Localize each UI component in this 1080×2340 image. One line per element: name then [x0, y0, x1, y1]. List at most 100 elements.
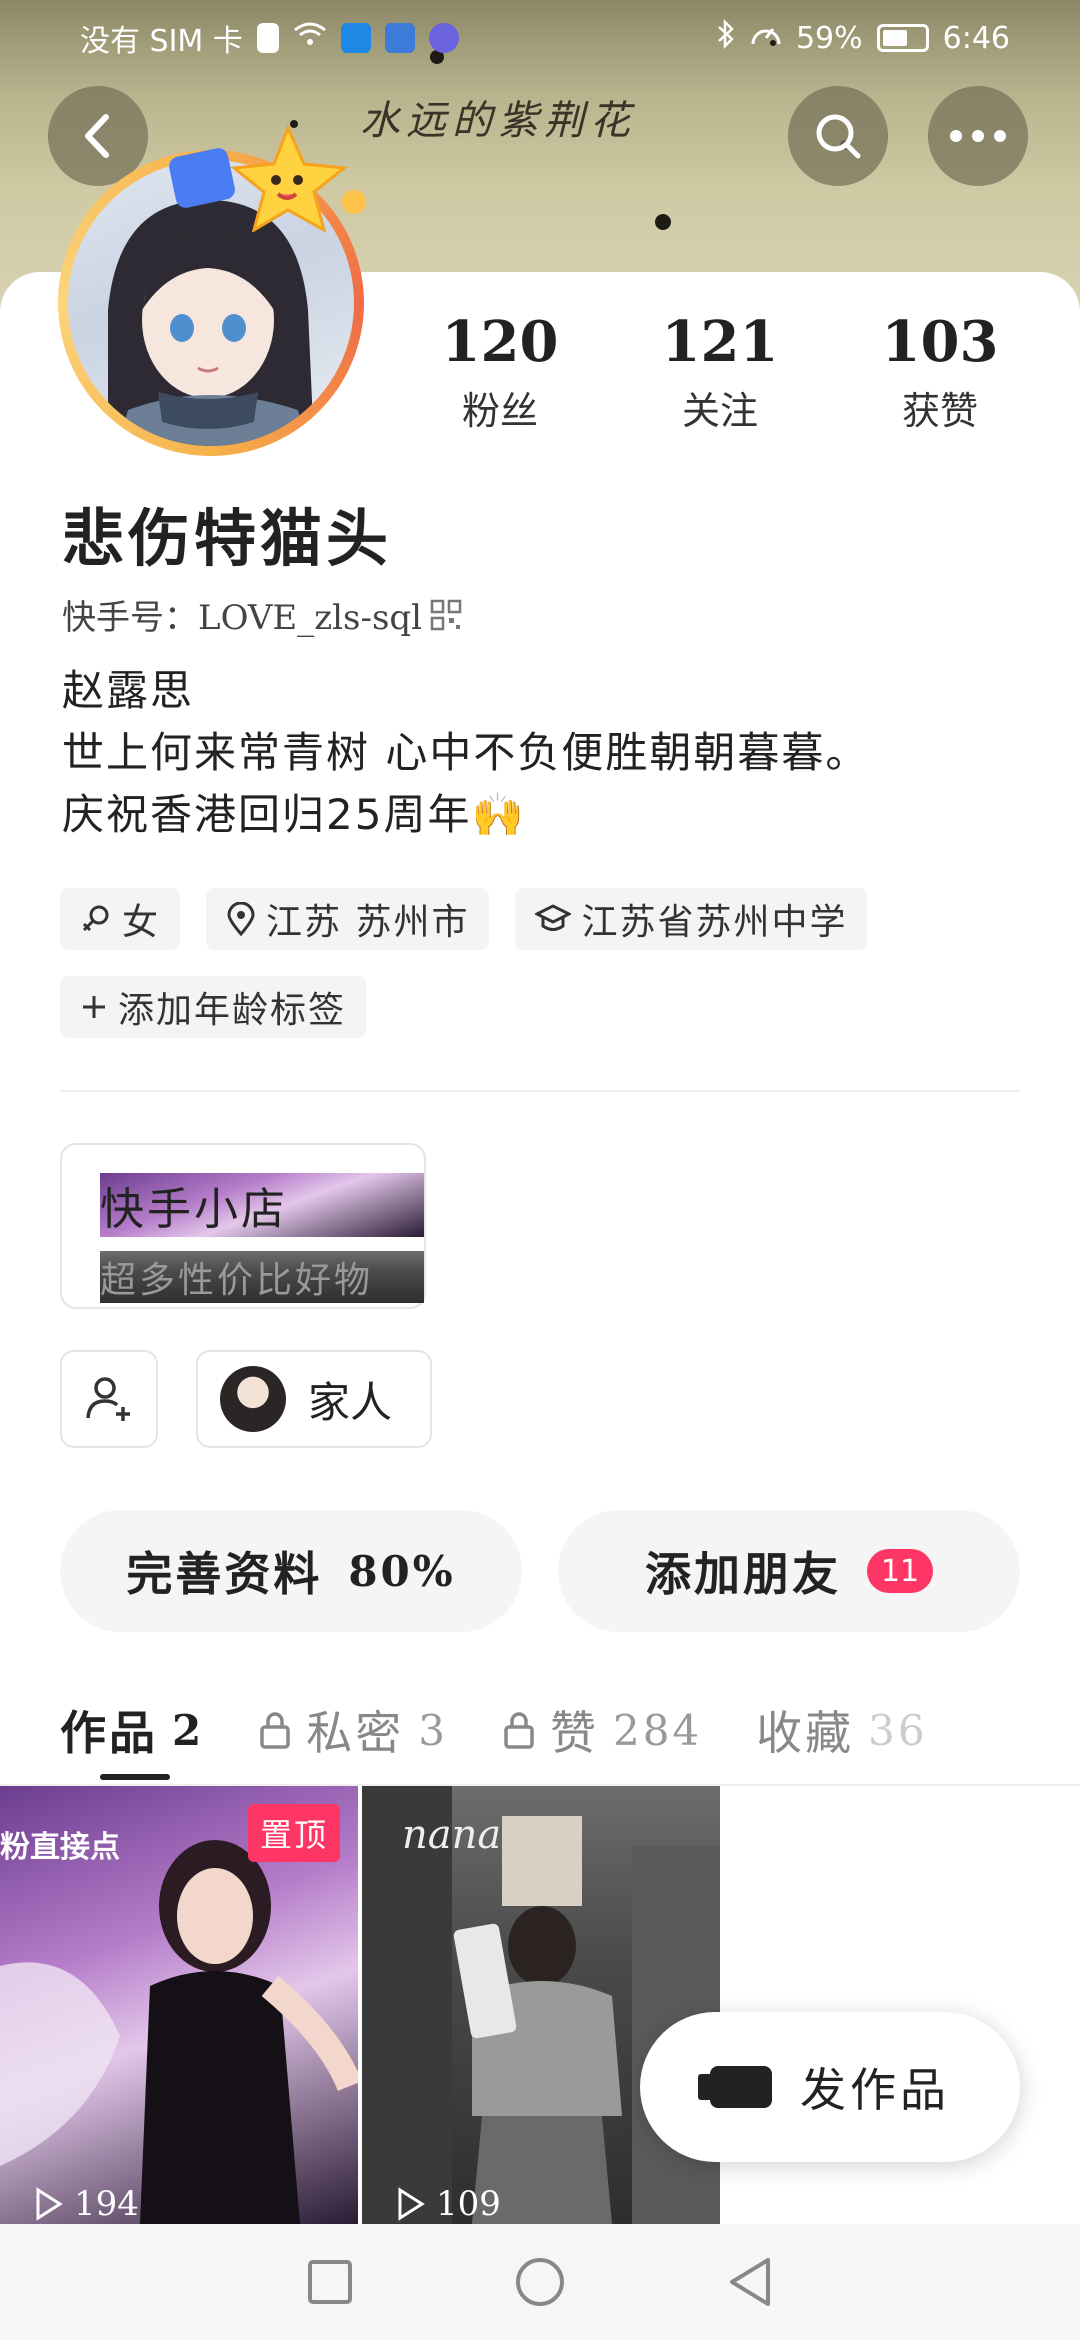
tab-liked[interactable]: 赞 284 [502, 1697, 702, 1763]
plus-icon [83, 996, 105, 1018]
stat-likes-label: 获赞 [901, 388, 978, 433]
status-bar: 没有 SIM 卡 59% 6:46 [0, 0, 1080, 76]
stat-followers-value: 120 [441, 309, 559, 375]
tab-works-count: 2 [172, 1705, 205, 1755]
profile-bio: 赵露思 世上何来常青树 心中不负便胜朝朝暮暮。 庆祝香港回归25周年🙌 [62, 660, 869, 846]
add-friends-button[interactable]: 添加朋友 11 [558, 1510, 1020, 1632]
bio-line: 赵露思 [62, 666, 195, 715]
section-divider [60, 1090, 1020, 1092]
gender-female-icon [82, 905, 109, 932]
recent-apps-icon[interactable] [306, 2258, 354, 2306]
video-play-count: 109 [396, 2184, 501, 2224]
clock-time: 6:46 [942, 20, 1010, 56]
tab-works[interactable]: 作品 2 [60, 1697, 204, 1763]
tab-favorites-count: 36 [868, 1705, 928, 1755]
lock-icon [504, 1712, 534, 1749]
video-thumbnail[interactable]: 粉直接点 置顶 194 [0, 1786, 358, 2224]
battery-percent: 59% [795, 20, 863, 56]
stat-following[interactable]: 121 关注 [640, 309, 800, 435]
weather-icon [384, 23, 415, 53]
more-dots-icon [950, 130, 1006, 142]
tag-location[interactable]: 江苏 苏州市 [206, 888, 490, 950]
kuaishou-shop-card[interactable]: 快手小店 超多性价比好物 [60, 1143, 426, 1309]
tab-works-label: 作品 [60, 1706, 158, 1760]
family-button[interactable]: 家人 [196, 1350, 432, 1448]
tag-location-label: 江苏 苏州市 [266, 902, 470, 943]
more-button[interactable] [928, 86, 1028, 186]
family-label: 家人 [308, 1377, 393, 1427]
tab-liked-label: 赞 [549, 1706, 599, 1760]
add-age-tag-row: 添加年龄标签 [60, 976, 367, 1038]
back-triangle-icon[interactable] [726, 2256, 774, 2308]
app-notification-icon [340, 23, 371, 53]
tag-school[interactable]: 江苏省苏州中学 [515, 888, 868, 950]
kuaishou-id: 快手号：LOVE_zls-sql [62, 598, 423, 638]
add-age-tag-label: 添加年龄标签 [118, 990, 347, 1031]
tab-private-label: 私密 [306, 1706, 405, 1760]
tab-private-count: 3 [418, 1705, 448, 1755]
video-play-count-value: 109 [436, 2184, 501, 2224]
video-thumbnail[interactable]: nana 109 [362, 1786, 720, 2224]
bio-line: 世上何来常青树 心中不负便胜朝朝暮暮。 [62, 728, 870, 777]
tab-private[interactable]: 私密 3 [258, 1697, 448, 1763]
speed-icon [750, 20, 782, 56]
add-user-icon [86, 1377, 130, 1421]
search-button[interactable] [788, 86, 888, 186]
add-contact-button[interactable] [60, 1350, 158, 1448]
add-friends-label: 添加朋友 [645, 1547, 841, 1601]
banner-caption: 水远的紫荆花 [360, 98, 636, 144]
system-nav-bar [0, 2224, 1080, 2340]
avatar-pendant-sticker [168, 122, 368, 234]
profile-tags: 女 江苏 苏州市 江苏省苏州中学 [60, 888, 868, 950]
wifi-icon [293, 20, 327, 56]
tag-school-label: 江苏省苏州中学 [581, 902, 848, 943]
profile-name: 悲伤特猫头 [62, 502, 393, 575]
stat-likes[interactable]: 103 获赞 [860, 309, 1020, 435]
tag-gender-label: 女 [122, 902, 161, 943]
battery-icon [876, 24, 929, 52]
video-play-count: 194 [34, 2184, 139, 2224]
stat-following-value: 121 [661, 309, 779, 375]
video-overlay-text: nana [402, 1812, 502, 1858]
content-tabs: 作品 2 私密 3 赞 284 收藏 36 [60, 1690, 1080, 1770]
location-pin-icon [227, 902, 255, 936]
complete-profile-label: 完善资料 [126, 1547, 323, 1601]
back-arrow-icon [85, 114, 109, 158]
stat-likes-value: 103 [881, 309, 999, 375]
complete-profile-button[interactable]: 完善资料 80% [60, 1510, 522, 1632]
alert-icon [256, 23, 279, 53]
qr-code-icon[interactable] [430, 599, 462, 631]
home-icon[interactable] [514, 2256, 566, 2308]
stat-followers[interactable]: 120 粉丝 [420, 309, 580, 435]
tab-favorites[interactable]: 收藏 36 [756, 1697, 927, 1763]
add-age-tag-button[interactable]: 添加年龄标签 [60, 976, 367, 1038]
search-icon [816, 114, 861, 159]
publish-label: 发作品 [800, 2063, 950, 2117]
tab-liked-count: 284 [612, 1705, 703, 1755]
publish-button[interactable]: 发作品 [640, 2012, 1020, 2162]
bluetooth-icon [716, 18, 736, 57]
video-play-count-value: 194 [74, 2184, 139, 2224]
shop-title: 快手小店 [100, 1173, 424, 1237]
carrier-label: 没有 SIM 卡 [80, 24, 243, 59]
active-tab-indicator [100, 1774, 170, 1780]
shop-subtitle: 超多性价比好物 [100, 1251, 424, 1303]
kuaishou-id-row[interactable]: 快手号：LOVE_zls-sql [62, 590, 462, 639]
play-icon [36, 2187, 63, 2221]
bio-line: 庆祝香港回归25周年🙌 [62, 790, 526, 839]
lock-icon [260, 1712, 290, 1749]
pinned-badge: 置顶 [247, 1804, 340, 1862]
tab-favorites-label: 收藏 [756, 1706, 855, 1760]
stat-followers-label: 粉丝 [461, 388, 538, 433]
music-icon [428, 23, 459, 53]
stat-following-label: 关注 [681, 388, 758, 433]
tag-gender[interactable]: 女 [60, 888, 181, 950]
complete-profile-percent: 80% [348, 1546, 456, 1596]
video-camera-icon [698, 2066, 772, 2108]
play-icon [398, 2187, 425, 2221]
video-corner-text: 粉直接点 [0, 1830, 120, 1865]
graduation-cap-icon [535, 904, 572, 931]
add-friends-badge: 11 [867, 1549, 933, 1593]
family-avatar [220, 1366, 286, 1432]
profile-stats: 120 粉丝 121 关注 103 获赞 [420, 309, 1020, 435]
